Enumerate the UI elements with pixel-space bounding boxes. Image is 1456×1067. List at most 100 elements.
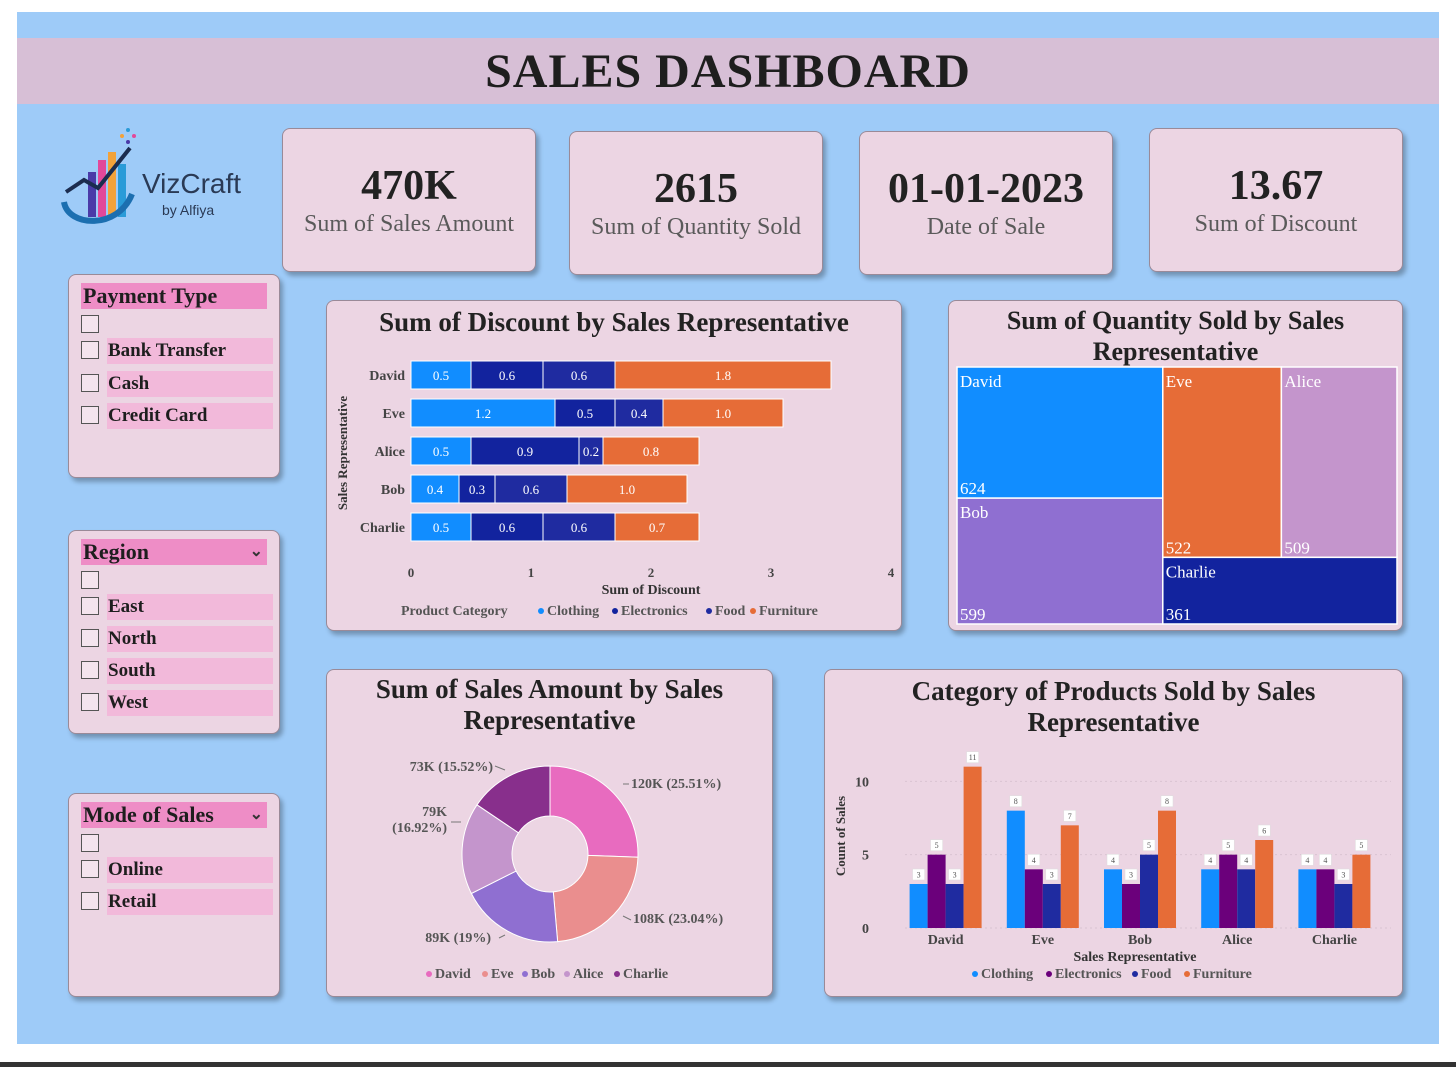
payment-option-blank[interactable] <box>81 312 273 338</box>
slice-data-label: (16.92%) <box>392 821 447 836</box>
tile-label: Eve <box>1166 372 1192 391</box>
checkbox[interactable] <box>81 661 99 679</box>
slice-data-label: 108K (23.04%) <box>633 912 724 927</box>
tile-label: Bob <box>960 503 988 522</box>
data-label: 6 <box>1262 827 1266 836</box>
option-label: Credit Card <box>107 403 273 429</box>
data-label: 8 <box>1014 797 1018 806</box>
column-clothing <box>1104 869 1122 928</box>
slice-data-label: 120K (25.51%) <box>631 777 722 792</box>
data-label: 0.3 <box>469 482 485 497</box>
kpi-sales-amount: 470K Sum of Sales Amount <box>282 128 536 272</box>
slicer-title: Payment Type <box>81 283 267 309</box>
checkbox[interactable] <box>81 571 99 589</box>
column-clothing <box>1298 869 1317 928</box>
slicer-mode-of-sales: Mode of Sales ⌄ Online Retail <box>68 793 280 997</box>
data-label: 3 <box>917 871 921 880</box>
checkbox[interactable] <box>81 693 99 711</box>
column-food <box>945 884 964 928</box>
donut-slice-david <box>549 765 639 858</box>
data-label: 1.8 <box>715 368 731 383</box>
data-label: 0.5 <box>433 444 449 459</box>
discount-chart: David 0.5 0.6 0.6 1.8 Eve 1.2 0.5 0.4 1.0 Alice 0.5… <box>335 360 895 619</box>
payment-option-credit-card[interactable]: Credit Card <box>81 403 273 429</box>
x-tick-label: Charlie <box>1312 933 1357 948</box>
legend-marker <box>1184 971 1190 977</box>
legend-label: Electronics <box>1055 967 1122 982</box>
mode-option-online[interactable]: Online <box>81 857 273 883</box>
option-label: Cash <box>107 371 273 397</box>
kpi-value: 01-01-2023 <box>888 165 1084 212</box>
region-option-blank[interactable] <box>81 568 273 594</box>
checkbox[interactable] <box>81 834 99 852</box>
y-tick-label: 10 <box>855 775 869 790</box>
x-tick-label: 2 <box>648 565 655 580</box>
legend-label: Alice <box>573 967 603 982</box>
legend-marker <box>538 608 544 614</box>
option-label: North <box>107 626 273 652</box>
legend-label: Food <box>1141 967 1172 982</box>
checkbox[interactable] <box>81 341 99 359</box>
column-clothing <box>1006 810 1025 928</box>
data-label: 3 <box>1341 871 1345 880</box>
data-label: 4 <box>1323 856 1327 865</box>
checkbox[interactable] <box>81 315 99 333</box>
column-clothing <box>909 884 928 928</box>
region-option-south[interactable]: South <box>81 658 273 684</box>
y-tick-label: Charlie <box>360 521 405 536</box>
tile-label: Alice <box>1284 372 1321 391</box>
legend-label: Eve <box>491 967 514 982</box>
data-label: 11 <box>969 753 977 762</box>
data-label: 7 <box>1068 812 1072 821</box>
x-axis-label: Sales Representative <box>1074 950 1197 965</box>
x-tick-label: 0 <box>408 565 415 580</box>
checkbox[interactable] <box>81 629 99 647</box>
logo-mark-icon <box>61 128 136 224</box>
slicer-title[interactable]: Mode of Sales ⌄ <box>81 802 267 828</box>
tile-value: 361 <box>1166 605 1192 624</box>
slicer-title-text: Region <box>83 539 149 564</box>
option-label: West <box>107 690 273 716</box>
chevron-down-icon[interactable]: ⌄ <box>250 539 263 565</box>
region-option-north[interactable]: North <box>81 626 273 652</box>
quantity-treemap-card: Sum of Quantity Sold by Sales Representa… <box>948 300 1403 631</box>
category-column-chart: 0 5 10 3 5 3 11 David 8 4 3 7 Eve 4 3 5 8 Bob 4 5 4 6 Alice 4 4 3… <box>833 751 1391 982</box>
legend-marker <box>426 971 432 977</box>
region-option-west[interactable]: West <box>81 690 273 716</box>
slicer-title-text: Mode of Sales <box>83 802 214 827</box>
slicer-title[interactable]: Region ⌄ <box>81 539 267 565</box>
tile-value: 599 <box>960 605 986 624</box>
checkbox[interactable] <box>81 860 99 878</box>
checkbox[interactable] <box>81 597 99 615</box>
sales-donut: 120K (25.51%) 108K (23.04%) 89K (19%) 79K(1… <box>392 760 724 982</box>
quantity-treemap: David 624 Bob 599 Eve 522 Alice 509 Charlie 361 <box>956 366 1398 625</box>
mode-option-retail[interactable]: Retail <box>81 889 273 915</box>
data-label: 1.0 <box>619 482 635 497</box>
kpi-date-of-sale: 01-01-2023 Date of Sale <box>859 131 1113 275</box>
column-electronics <box>1122 884 1140 928</box>
data-label: 0.6 <box>571 368 588 383</box>
column-food <box>1237 869 1256 928</box>
tile-label: David <box>960 372 1002 391</box>
x-tick-label: 3 <box>768 565 775 580</box>
data-label: 8 <box>1165 797 1169 806</box>
payment-option-bank-transfer[interactable]: Bank Transfer <box>81 338 273 364</box>
donut-slice-eve <box>552 854 639 943</box>
vizcraft-logo: VizCraft by Alfiya <box>58 122 268 232</box>
region-option-east[interactable]: East <box>81 594 273 620</box>
column-furniture <box>1158 810 1176 928</box>
column-food <box>1042 884 1061 928</box>
mode-option-blank[interactable] <box>81 831 273 857</box>
chevron-down-icon[interactable]: ⌄ <box>250 802 263 828</box>
data-label: 0.4 <box>427 482 444 497</box>
checkbox[interactable] <box>81 374 99 392</box>
checkbox[interactable] <box>81 892 99 910</box>
option-label: East <box>107 594 273 620</box>
payment-option-cash[interactable]: Cash <box>81 371 273 397</box>
data-label: 5 <box>1226 841 1230 850</box>
data-label: 0.7 <box>649 520 666 535</box>
kpi-label: Sum of Discount <box>1194 210 1358 237</box>
tile-value: 522 <box>1166 538 1192 557</box>
leader-line <box>498 934 506 939</box>
checkbox[interactable] <box>81 406 99 424</box>
